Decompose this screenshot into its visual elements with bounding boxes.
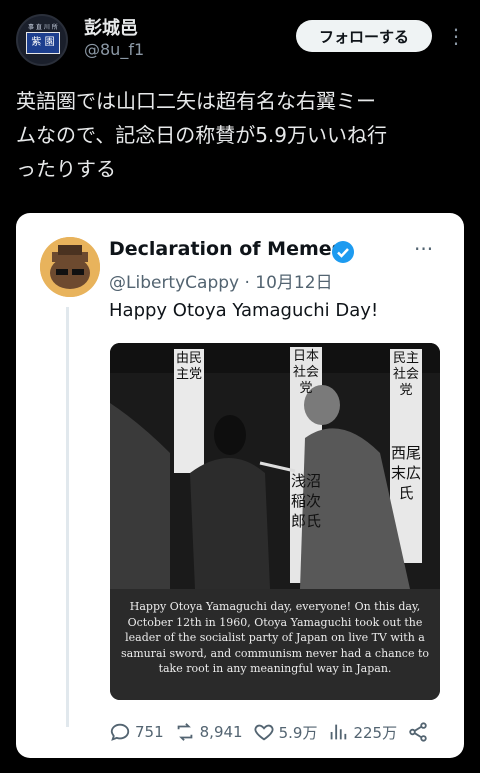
quoted-photo[interactable]: 由民主党 日本社会党 浅沼稲次郎氏 民主社会党 西尾末広氏 Happy Otoy… [110, 343, 440, 700]
views-count: 225万 [353, 723, 398, 742]
verified-badge-icon [332, 241, 354, 263]
quoted-handle-date[interactable]: @LibertyCappy · 10月12日 [109, 268, 333, 293]
reply-icon [110, 723, 130, 741]
user-handle[interactable]: @8u_f1 [84, 40, 144, 59]
action-bar: 751 8,941 5.9万 225万 [109, 718, 449, 746]
like-icon [254, 724, 274, 741]
quoted-text: Happy Otoya Yamaguchi Day! [109, 300, 379, 321]
thread-line [66, 307, 69, 727]
tweet-text: 英語圏では山口二矢は超有名な右翼ミー ムなので、記念日の称賛が5.9万いいね行 … [16, 89, 388, 181]
like-count: 5.9万 [278, 723, 318, 742]
banner-1: 由民主党 [175, 351, 202, 382]
avatar-sign-top: 事 直 川 所 [28, 24, 58, 31]
views-button[interactable]: 225万 [327, 721, 397, 743]
quoted-more-icon[interactable]: ··· [414, 237, 433, 261]
reply-count: 751 [135, 723, 164, 741]
photo-caption: Happy Otoya Yamaguchi day, everyone! On … [110, 589, 440, 700]
retweet-button[interactable]: 8,941 [174, 721, 243, 743]
share-icon [409, 722, 427, 742]
user-name[interactable]: 彭城邑 [84, 14, 138, 40]
banner-2: 日本社会党 [292, 349, 319, 396]
avatar-sign-text: 紫 園 [31, 37, 55, 48]
quoted-avatar[interactable] [40, 237, 100, 297]
banner-4: 民主社会党 [392, 351, 419, 398]
banner-3: 浅沼稲次郎氏 [290, 472, 321, 530]
banner-5: 西尾末広氏 [390, 444, 421, 502]
views-icon [331, 724, 347, 740]
share-button[interactable] [407, 721, 429, 743]
more-options-icon[interactable]: ⋮ [446, 22, 466, 50]
avatar-sign: 紫 園 [26, 32, 60, 54]
quoted-tweet-card[interactable]: Declaration of Memes ··· @LibertyCappy ·… [16, 213, 464, 758]
retweet-count: 8,941 [199, 723, 243, 741]
like-button[interactable]: 5.9万 [253, 721, 318, 743]
follow-button[interactable]: フォローする [296, 20, 432, 52]
quoted-name[interactable]: Declaration of Memes [109, 238, 343, 260]
capybara-avatar-icon [40, 237, 100, 297]
user-avatar[interactable]: 事 直 川 所 紫 園 [16, 14, 68, 66]
reply-button[interactable]: 751 [109, 721, 164, 743]
retweet-icon [177, 723, 192, 741]
